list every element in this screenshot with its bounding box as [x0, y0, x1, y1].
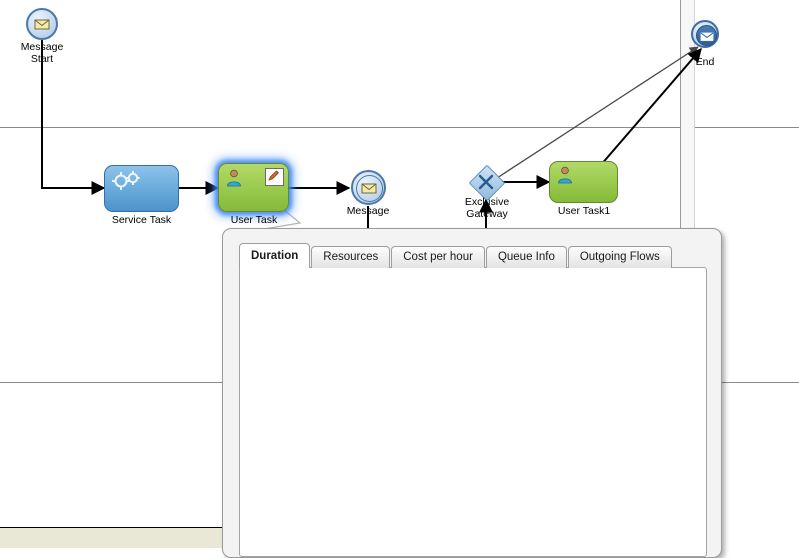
node-label-message-start: Message Start — [20, 41, 64, 65]
envelope-icon — [34, 19, 50, 30]
pencil-edit-icon[interactable] — [265, 168, 284, 186]
active-tab-seam — [240, 266, 308, 268]
user-task-node[interactable] — [218, 163, 289, 212]
node-label-exclusive-gateway: Exclusive Gateway — [464, 196, 510, 220]
panel-tabstrip[interactable]: Duration Resources Cost per hour Queue I… — [239, 243, 673, 268]
tab-queue-info[interactable]: Queue Info — [485, 246, 567, 268]
tab-cost-per-hour[interactable]: Cost per hour — [391, 246, 485, 268]
node-label-message-event: Message — [346, 205, 390, 217]
tab-outgoing-flows-label: Outgoing Flows — [579, 251, 660, 263]
tab-duration[interactable]: Duration — [239, 243, 311, 268]
envelope-icon — [361, 183, 376, 193]
task-properties-panel[interactable]: Duration Resources Cost per hour Queue I… — [222, 228, 722, 558]
duration-tab-panel — [239, 267, 707, 557]
x-cross-icon — [478, 174, 494, 190]
message-start-event[interactable] — [26, 8, 58, 40]
user-icon — [558, 166, 572, 184]
tab-resources[interactable]: Resources — [311, 246, 391, 268]
tab-duration-label: Duration — [251, 250, 299, 262]
service-task-node[interactable] — [104, 165, 179, 212]
node-label-service-task: Service Task — [111, 214, 172, 226]
user-task1-node[interactable] — [549, 161, 618, 203]
user-icon — [227, 169, 241, 187]
tab-outgoing-flows[interactable]: Outgoing Flows — [567, 246, 672, 268]
tab-cost-per-hour-label: Cost per hour — [403, 251, 473, 263]
tab-queue-info-label: Queue Info — [497, 251, 555, 263]
node-label-user-task1: User Task1 — [557, 205, 611, 217]
node-label-end: End — [695, 56, 715, 68]
message-end-event[interactable] — [691, 20, 719, 48]
envelope-icon — [700, 32, 713, 41]
node-label-user-task: User Task — [230, 214, 278, 226]
intermediate-message-event[interactable] — [351, 170, 386, 205]
gears-icon — [112, 171, 140, 190]
tab-resources-label: Resources — [323, 251, 379, 263]
